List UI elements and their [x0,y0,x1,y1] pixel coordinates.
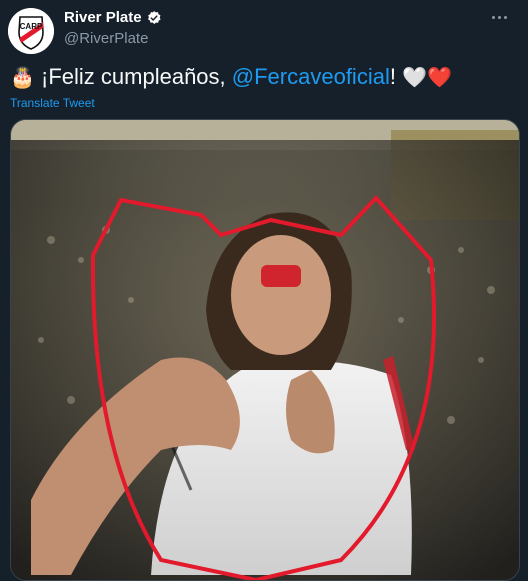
tweet-text-suffix: ! [389,64,396,89]
more-options-icon[interactable] [484,6,514,28]
river-plate-crest-logo: CARP [8,8,54,54]
verified-badge-icon [147,10,161,24]
avatar[interactable]: CARP [8,8,54,54]
tweet-card: CARP River Plate @RiverPlate 🎂 ¡Feliz cu… [0,0,528,581]
translate-tweet-link[interactable]: Translate Tweet [10,96,95,110]
tweet-photo[interactable] [10,119,520,581]
mention-link[interactable]: @Fercaveoficial [232,64,390,89]
photo-player-kissing-shirt [11,120,519,580]
display-name[interactable]: River Plate [64,9,142,26]
svg-text:CARP: CARP [20,22,43,31]
author-name-row[interactable]: River Plate [64,9,162,26]
tweet-text: 🎂 ¡Feliz cumpleaños, @Fercaveoficial! 🤍❤… [10,62,452,93]
hearts-emoji: 🤍❤️ [402,67,452,89]
birthday-cake-emoji: 🎂 [10,67,35,89]
tweet-text-prefix: ¡Feliz cumpleaños, [41,64,232,89]
author-handle[interactable]: @RiverPlate [64,30,148,47]
